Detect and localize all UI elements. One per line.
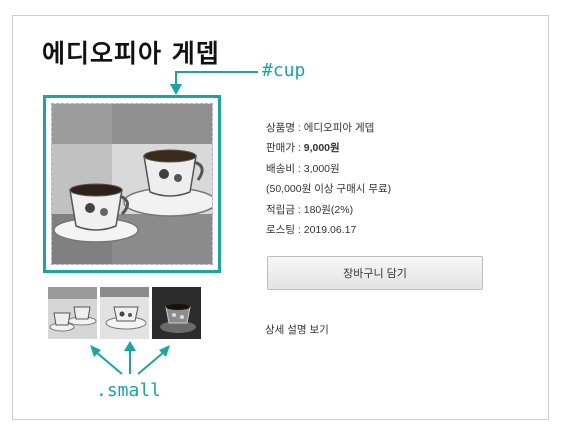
cup-arrow-icon: [175, 71, 258, 86]
small-annotation-label: .small: [96, 380, 162, 401]
small-arrow-left-icon: [95, 351, 123, 375]
cup-annotation-label: #cup: [262, 60, 306, 81]
small-arrow-right-icon: [137, 351, 165, 375]
